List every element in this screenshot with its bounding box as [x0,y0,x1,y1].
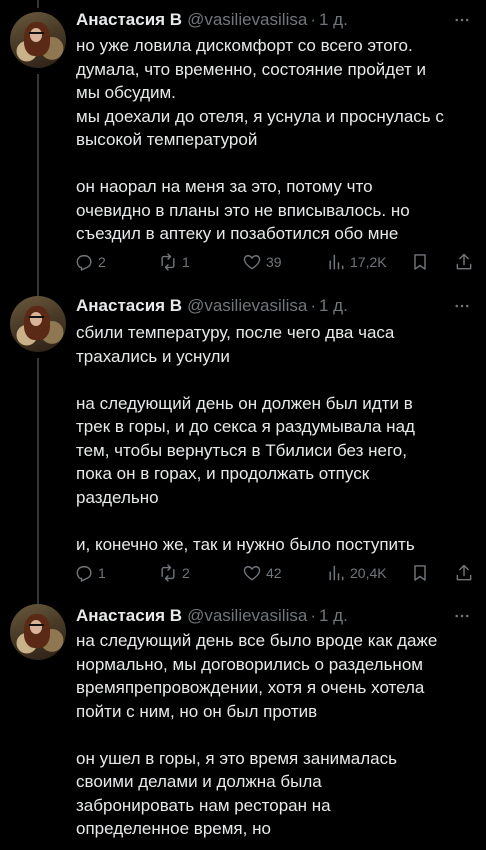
share-button[interactable] [454,561,474,585]
tweet-text: на следующий день все было вроде как даж… [76,629,478,841]
views-button[interactable]: 20,4K [326,561,387,585]
tweet-header: Анастасия B @vasilievasilisa · 1 д. [76,10,348,30]
retweet-button[interactable]: 2 [158,561,190,585]
reply-count: 1 [98,565,106,581]
more-horizontal-icon[interactable] [452,606,472,626]
tweet-text-content: но уже ловила дискомфорт со всего этого.… [76,36,444,243]
timestamp[interactable]: 1 д. [319,296,348,316]
tweet-text: но уже ловила дискомфорт со всего этого.… [76,34,478,246]
tweet-2[interactable]: Анастасия B @vasilievasilisa · 1 д. сбил… [0,296,486,604]
tweet-3[interactable]: Анастасия B @vasilievasilisa · 1 д. на с… [0,604,486,850]
tweet-header: Анастасия B @vasilievasilisa · 1 д. [76,296,348,316]
avatar-glasses [29,32,44,36]
separator-dot: · [310,606,316,625]
retweet-icon [161,253,175,271]
avatar[interactable] [10,604,66,660]
avatar-glasses [29,316,44,320]
tweet-header: Анастасия B @vasilievasilisa · 1 д. [76,606,348,626]
separator-dot: · [310,296,316,315]
thread-line [37,0,39,8]
reply-button[interactable]: 1 [74,561,106,585]
bookmark-button[interactable] [410,561,430,585]
author-name[interactable]: Анастасия B [76,296,182,316]
like-count: 39 [266,254,282,270]
retweet-count: 2 [182,565,190,581]
share-button[interactable] [454,250,474,274]
more-horizontal-icon[interactable] [452,296,472,316]
bookmark-button[interactable] [410,250,430,274]
share-icon [456,564,472,581]
tweet-1[interactable]: Анастасия B @vasilievasilisa · 1 д. но у… [0,0,486,296]
author-name[interactable]: Анастасия B [76,10,182,30]
separator-dot: · [310,10,316,29]
author-handle[interactable]: @vasilievasilisa [187,10,307,30]
bookmark-icon [414,254,426,270]
views-button[interactable]: 17,2K [326,250,387,274]
views-count: 17,2K [350,254,387,270]
share-icon [456,253,472,270]
heart-icon [243,566,261,581]
timestamp[interactable]: 1 д. [319,606,348,626]
author-handle[interactable]: @vasilievasilisa [187,606,307,626]
retweet-count: 1 [182,254,190,270]
like-count: 42 [266,565,282,581]
tweet-text-content: на следующий день все было вроде как даж… [76,631,438,838]
retweet-icon [161,564,175,582]
reply-button[interactable]: 2 [74,250,106,274]
views-count: 20,4K [350,565,387,581]
views-icon [329,565,344,581]
timestamp[interactable]: 1 д. [319,10,348,30]
more-horizontal-icon[interactable] [452,10,472,30]
like-button[interactable]: 42 [242,561,282,585]
bookmark-icon [414,565,426,581]
action-bar: 2 1 39 17,2K [74,250,478,274]
retweet-button[interactable]: 1 [158,250,190,274]
action-bar: 1 2 42 20,4K [74,561,478,585]
heart-icon [243,255,261,270]
views-icon [329,254,344,270]
reply-icon [76,255,92,272]
author-name[interactable]: Анастасия B [76,606,182,626]
avatar[interactable] [10,12,66,68]
thread-line [37,74,39,296]
author-handle[interactable]: @vasilievasilisa [187,296,307,316]
tweet-text-content: сбили температуру, после чего два часа т… [76,323,415,554]
reply-icon [76,566,92,583]
avatar-glasses [29,624,44,628]
tweet-text: сбили температуру, после чего два часа т… [76,321,478,556]
like-button[interactable]: 39 [242,250,282,274]
reply-count: 2 [98,254,106,270]
avatar[interactable] [10,296,66,352]
thread-line [37,358,39,604]
